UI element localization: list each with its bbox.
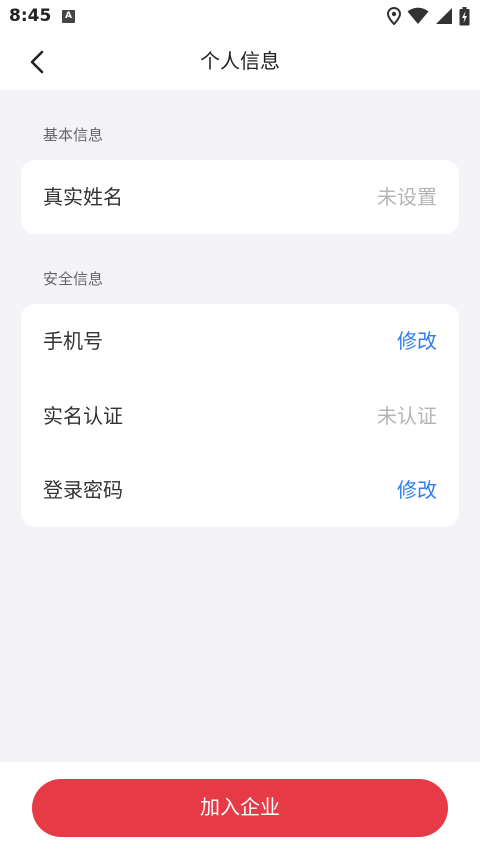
row-login-password: 登录密码 修改 — [21, 453, 459, 527]
page-title: 个人信息 — [200, 49, 280, 73]
row-value: 未认证 — [377, 404, 437, 428]
join-enterprise-button[interactable]: 加入企业 — [32, 779, 448, 837]
section-label-security: 安全信息 — [43, 270, 104, 288]
top-nav-bar: 个人信息 — [0, 32, 480, 90]
section-label-basic: 基本信息 — [43, 126, 104, 144]
bottom-bar: 加入企业 — [0, 762, 480, 853]
chevron-left-icon — [30, 50, 44, 74]
notification-a-icon: A — [62, 10, 75, 23]
status-icons — [387, 6, 470, 26]
app-screen: 8:45 A 个人信息 基本信息 真实姓名 未设置 安全信息 手机号 修改 实名… — [0, 0, 480, 853]
row-phone: 手机号 修改 — [21, 304, 459, 378]
edit-phone-link[interactable]: 修改 — [397, 304, 437, 378]
status-bar: 8:45 A — [0, 0, 480, 32]
row-label: 真实姓名 — [43, 185, 123, 209]
row-real-name[interactable]: 真实姓名 未设置 — [21, 160, 459, 234]
row-label: 手机号 — [43, 329, 103, 353]
row-label: 实名认证 — [43, 404, 123, 428]
wifi-icon — [407, 7, 429, 24]
row-real-name-auth[interactable]: 实名认证 未认证 — [21, 379, 459, 453]
status-time: 8:45 — [9, 6, 52, 26]
row-value: 未设置 — [377, 185, 437, 209]
signal-icon — [436, 8, 452, 24]
security-info-card: 手机号 修改 实名认证 未认证 登录密码 修改 — [21, 304, 459, 527]
basic-info-card: 真实姓名 未设置 — [21, 160, 459, 234]
row-label: 登录密码 — [43, 478, 123, 502]
battery-icon — [459, 6, 470, 25]
back-button[interactable] — [20, 45, 54, 79]
location-icon — [387, 7, 401, 25]
content-area: 基本信息 真实姓名 未设置 安全信息 手机号 修改 实名认证 未认证 登录密码 … — [0, 90, 480, 762]
edit-password-link[interactable]: 修改 — [397, 453, 437, 527]
